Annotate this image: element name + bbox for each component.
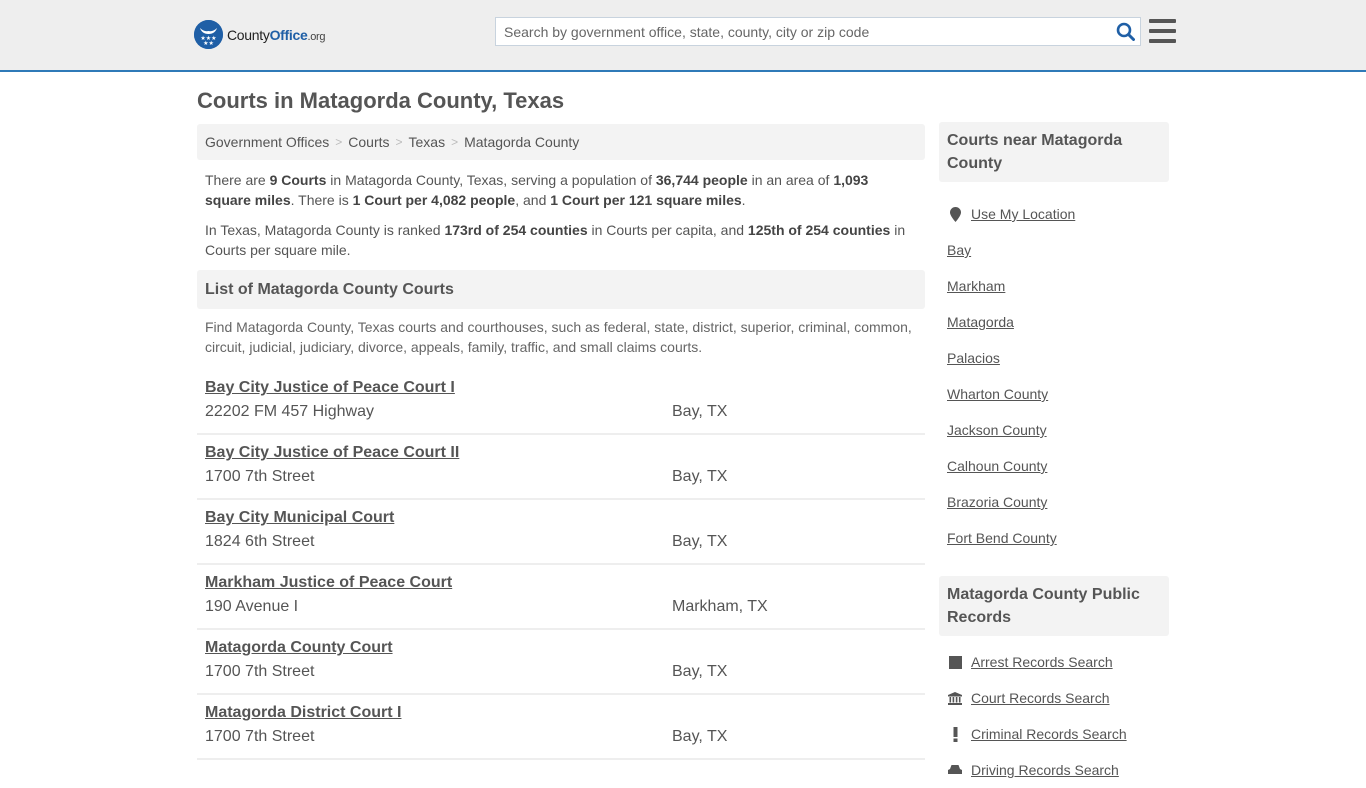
nearby-link-fort-bend-county[interactable]: Fort Bend County	[947, 530, 1057, 546]
page-title: Courts in Matagorda County, Texas	[197, 88, 565, 113]
arrest-records-link[interactable]: Arrest Records Search	[971, 654, 1113, 670]
menu-bar	[1149, 29, 1176, 33]
nearby-link-bay[interactable]: Bay	[947, 242, 971, 258]
court-list-item: Bay City Justice of Peace Court II 1700 …	[197, 435, 925, 500]
court-address: 190 Avenue I	[205, 598, 299, 615]
intro-stats-paragraph: There are 9 Courts in Matagorda County, …	[205, 172, 869, 208]
breadcrumb-separator: >	[451, 135, 459, 149]
records-item: Arrest Records Search	[947, 644, 1161, 680]
nearby-link-brazoria-county[interactable]: Brazoria County	[947, 494, 1047, 510]
nearby-item: Brazoria County	[947, 484, 1161, 520]
court-list-item: Bay City Justice of Peace Court I 22202 …	[197, 375, 925, 435]
court-city: Markham, TX	[672, 598, 768, 615]
intro-ranking-paragraph: In Texas, Matagorda County is ranked 173…	[205, 222, 906, 258]
public-records-heading: Matagorda County Public Records	[939, 576, 1169, 636]
court-city: Bay, TX	[672, 403, 728, 420]
nearby-courts-list: Use My Location Bay Markham Matagorda Pa…	[939, 196, 1169, 556]
breadcrumb-courts[interactable]: Courts	[348, 134, 389, 150]
search-bar	[495, 17, 1141, 46]
court-address: 1824 6th Street	[205, 533, 315, 550]
hamburger-menu-icon[interactable]	[1149, 19, 1176, 43]
nearby-item: Wharton County	[947, 376, 1161, 412]
records-item: Criminal Records Search	[947, 716, 1161, 752]
courts-near-heading: Courts near Matagorda County	[939, 122, 1169, 182]
nearby-link-palacios[interactable]: Palacios	[947, 350, 1000, 366]
court-city: Bay, TX	[672, 663, 728, 680]
nearby-item: Palacios	[947, 340, 1161, 376]
courthouse-icon	[947, 691, 963, 705]
breadcrumb: Government Offices > Courts > Texas > Ma…	[197, 124, 925, 160]
site-logo[interactable]: ★★★ ★★ CountyOffice.org	[194, 20, 326, 49]
list-section-description: Find Matagorda County, Texas courts and …	[205, 319, 912, 355]
main-content: Government Offices > Courts > Texas > Ma…	[197, 124, 925, 760]
nearby-link-calhoun-county[interactable]: Calhoun County	[947, 458, 1047, 474]
court-name-link[interactable]: Matagorda County Court	[205, 638, 393, 658]
court-name-link[interactable]: Markham Justice of Peace Court	[205, 573, 452, 593]
exclamation-icon	[947, 726, 963, 742]
court-list-item: Markham Justice of Peace Court 190 Avenu…	[197, 565, 925, 630]
nearby-link-jackson-county[interactable]: Jackson County	[947, 422, 1047, 438]
breadcrumb-separator: >	[395, 135, 403, 149]
court-list-item: Matagorda County Court 1700 7th Street Ba…	[197, 630, 925, 695]
use-my-location-link[interactable]: Use My Location	[971, 206, 1075, 222]
menu-bar	[1149, 39, 1176, 43]
use-my-location-item: Use My Location	[947, 196, 1161, 232]
breadcrumb-separator: >	[335, 135, 343, 149]
court-city: Bay, TX	[672, 728, 728, 745]
nearby-item: Markham	[947, 268, 1161, 304]
public-records-block: Matagorda County Public Records Arrest R…	[939, 576, 1169, 788]
driving-records-link[interactable]: Driving Records Search	[971, 762, 1119, 778]
court-name-link[interactable]: Bay City Municipal Court	[205, 508, 394, 528]
court-list-item: Bay City Municipal Court 1824 6th Street…	[197, 500, 925, 565]
site-header: ★★★ ★★ CountyOffice.org	[0, 0, 1366, 72]
court-city: Bay, TX	[672, 533, 728, 550]
search-button[interactable]	[1110, 18, 1140, 45]
court-records-link[interactable]: Court Records Search	[971, 690, 1110, 706]
sidebar: Courts near Matagorda County Use My Loca…	[939, 122, 1169, 788]
breadcrumb-texas[interactable]: Texas	[409, 134, 446, 150]
nearby-item: Fort Bend County	[947, 520, 1161, 556]
nearby-link-matagorda[interactable]: Matagorda	[947, 314, 1014, 330]
eagle-logo-icon: ★★★ ★★	[194, 20, 223, 49]
criminal-records-link[interactable]: Criminal Records Search	[971, 726, 1127, 742]
map-marker-icon	[947, 206, 963, 222]
court-name-link[interactable]: Matagorda District Court I	[205, 703, 401, 723]
breadcrumb-government-offices[interactable]: Government Offices	[205, 134, 329, 150]
menu-bar	[1149, 19, 1176, 23]
car-icon	[947, 764, 963, 776]
nearby-item: Calhoun County	[947, 448, 1161, 484]
public-records-list: Arrest Records Search Court Records Sear…	[939, 644, 1169, 788]
court-address: 1700 7th Street	[205, 663, 315, 680]
court-address: 22202 FM 457 Highway	[205, 403, 374, 420]
nearby-link-markham[interactable]: Markham	[947, 278, 1005, 294]
court-list: Bay City Justice of Peace Court I 22202 …	[197, 375, 925, 760]
breadcrumb-matagorda-county[interactable]: Matagorda County	[464, 134, 579, 150]
court-address: 1700 7th Street	[205, 468, 315, 485]
court-city: Bay, TX	[672, 468, 728, 485]
square-icon	[947, 655, 963, 669]
records-item: Court Records Search	[947, 680, 1161, 716]
list-section-heading: List of Matagorda County Courts	[197, 270, 925, 309]
logo-text: CountyOffice.org	[227, 26, 326, 43]
nearby-item: Matagorda	[947, 304, 1161, 340]
nearby-item: Bay	[947, 232, 1161, 268]
court-name-link[interactable]: Bay City Justice of Peace Court II	[205, 443, 459, 463]
svg-text:★★: ★★	[203, 40, 214, 47]
nearby-link-wharton-county[interactable]: Wharton County	[947, 386, 1048, 402]
records-item: Driving Records Search	[947, 752, 1161, 788]
court-address: 1700 7th Street	[205, 728, 315, 745]
search-input[interactable]	[496, 18, 1110, 45]
search-icon	[1116, 22, 1135, 41]
court-list-item: Matagorda District Court I 1700 7th Stre…	[197, 695, 925, 760]
nearby-item: Jackson County	[947, 412, 1161, 448]
court-name-link[interactable]: Bay City Justice of Peace Court I	[205, 378, 455, 398]
intro-text: There are 9 Courts in Matagorda County, …	[197, 160, 925, 260]
